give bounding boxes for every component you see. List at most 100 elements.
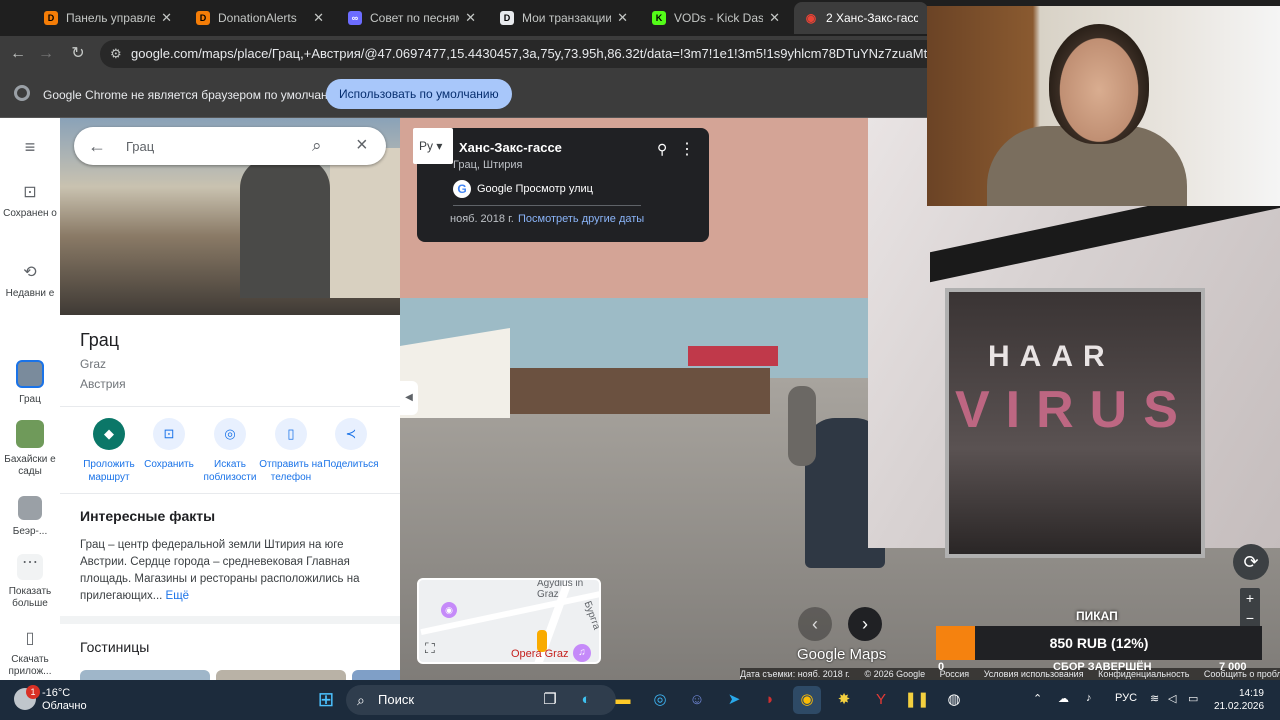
hamburger-icon: ≡ xyxy=(24,137,36,157)
zoom-in-icon[interactable]: + xyxy=(1240,588,1260,608)
tab-maps-active[interactable]: ◉ 2 Ханс-Закс-гассе xyxy=(794,2,928,34)
site-info-icon[interactable]: ⚙ xyxy=(110,40,122,68)
microphone-icon[interactable]: ♪ xyxy=(1086,692,1092,704)
nearby-icon: ◎ xyxy=(214,418,246,450)
hotel-card[interactable] xyxy=(80,670,210,680)
expand-icon[interactable]: ⛶ xyxy=(425,640,435,657)
set-default-button[interactable]: Использовать по умолчанию xyxy=(326,79,512,109)
close-tab-icon[interactable]: ✕ xyxy=(313,10,324,26)
tray-expand-icon[interactable]: ⌃ xyxy=(1033,692,1042,705)
goal-title: ПИКАП xyxy=(1076,609,1118,623)
language-indicator[interactable]: РУС xyxy=(1115,692,1137,704)
rail-saved[interactable]: ⊡ Сохранен о xyxy=(0,184,60,220)
tab-transactions[interactable]: D Мои транзакции | D ✕ xyxy=(490,2,638,34)
tab-title: 2 Ханс-Закс-гассе xyxy=(826,11,918,25)
onedrive-icon[interactable]: ☁ xyxy=(1058,692,1069,705)
kick-icon: K xyxy=(652,11,666,25)
tab-kick-vods[interactable]: K VODs - Kick Dashboa ✕ xyxy=(642,2,790,34)
close-icon[interactable]: × xyxy=(356,134,368,157)
streetview-info-card: Ру ▾ Ханс-Закс-гассе Грац, Штирия G Googl… xyxy=(413,128,709,242)
prev-arrow-icon[interactable]: ‹ xyxy=(798,607,832,641)
battery-icon[interactable]: ▭ xyxy=(1188,692,1198,705)
rail-bahai-gardens[interactable]: Бахайски е сады xyxy=(0,420,60,478)
chrome-icon xyxy=(14,85,30,101)
next-arrow-icon[interactable]: › xyxy=(848,607,882,641)
more-link[interactable]: Ещё xyxy=(166,590,190,602)
wifi-icon[interactable]: ≋ xyxy=(1150,692,1159,705)
bookmark-icon: ⊡ xyxy=(23,184,37,201)
copilot-icon[interactable]: ◎ xyxy=(646,686,674,714)
rail-beer[interactable]: Беэр-... xyxy=(0,496,60,538)
goal-max: 7 000 xyxy=(1219,661,1247,673)
obs-icon[interactable]: ◍ xyxy=(940,686,968,714)
tab-song-advice[interactable]: ∞ Совет по песням Ма ✕ xyxy=(338,2,486,34)
menu-button[interactable]: ≡ xyxy=(0,138,60,162)
close-tab-icon[interactable]: ✕ xyxy=(161,10,172,26)
tab-donationalerts[interactable]: D DonationAlerts ✕ xyxy=(186,2,334,34)
save-button[interactable]: ⊡ Сохранить xyxy=(134,418,204,471)
yandex-icon[interactable]: Y xyxy=(867,686,895,714)
search-input[interactable]: Грац xyxy=(126,139,154,154)
rail-graz[interactable]: Грац xyxy=(0,360,60,406)
edge-icon[interactable]: ◐ xyxy=(572,686,600,714)
rail-show-more[interactable]: ⋯ Показать больше xyxy=(0,554,60,610)
back-icon[interactable]: ← xyxy=(6,42,30,66)
hotels-heading: Гостиницы xyxy=(80,639,150,655)
divider xyxy=(60,406,400,407)
hotel-card[interactable] xyxy=(352,670,400,680)
hotel-card[interactable] xyxy=(216,670,346,680)
reload-icon[interactable]: ↻ xyxy=(66,42,90,66)
rail-recent[interactable]: ⟲ Недавни е xyxy=(0,264,60,300)
search-box[interactable]: ← Грац ⌕ × xyxy=(74,127,386,165)
nearby-button[interactable]: ◎ Искать поблизости xyxy=(195,418,265,484)
task-view-icon[interactable]: ❐ xyxy=(536,686,564,714)
chrome-taskbar-icon[interactable]: ◉ xyxy=(793,686,821,714)
app-icon[interactable]: ◗ xyxy=(756,686,784,714)
address-bar[interactable]: ⚙ google.com/maps/place/Грац,+Австрия/@4… xyxy=(100,40,940,68)
facts-heading: Интересные факты xyxy=(80,508,216,524)
other-dates-link[interactable]: Посмотреть другие даты xyxy=(518,213,644,225)
bookmark-icon: ⊡ xyxy=(153,418,185,450)
forward-icon[interactable]: → xyxy=(34,42,58,66)
rail-download-app[interactable]: ▯ Скачать прилож... xyxy=(0,630,60,678)
goal-progress-bar: 850 RUB (12%) xyxy=(936,626,1262,660)
maps-pin-icon: ◉ xyxy=(804,11,818,25)
collapse-panel-button[interactable]: ◀ xyxy=(400,381,418,415)
close-tab-icon[interactable]: ✕ xyxy=(465,10,476,26)
more-options-icon[interactable]: ⋮ xyxy=(679,139,695,159)
footer-copyright: © 2026 Google xyxy=(864,669,926,679)
compass-icon[interactable]: ⟳ xyxy=(1233,544,1269,580)
share-button[interactable]: ≺ Поделиться xyxy=(316,418,386,471)
google-maps-logo: Google Maps xyxy=(797,646,887,663)
tab-title: VODs - Kick Dashboa xyxy=(674,11,764,25)
discord-icon[interactable]: ☺ xyxy=(683,686,711,714)
telegram-icon[interactable]: ➤ xyxy=(720,686,748,714)
divider xyxy=(60,616,400,624)
market-stall xyxy=(688,346,778,366)
rail-label: Беэр-... xyxy=(12,526,48,537)
weather-temp: -16°C xyxy=(42,687,71,699)
tab-title: Панель управления xyxy=(66,11,156,25)
mini-map[interactable]: Agydius in Graz Бургга ◉ ⛶ Opera Graz ♫ xyxy=(417,578,601,664)
start-icon[interactable]: ⊞ xyxy=(312,686,340,714)
close-tab-icon[interactable]: ✕ xyxy=(769,10,780,26)
volume-icon[interactable]: ◁ xyxy=(1168,692,1176,705)
file-explorer-icon[interactable]: ▬ xyxy=(609,686,637,714)
system-clock[interactable]: 14:19 21.02.2026 xyxy=(1214,687,1264,713)
back-icon[interactable]: ← xyxy=(88,136,106,156)
language-select[interactable]: Ру ▾ xyxy=(413,128,453,164)
close-tab-icon[interactable]: ✕ xyxy=(617,10,628,26)
garden-thumb-icon xyxy=(16,420,44,448)
dashboard-icon: D xyxy=(500,11,514,25)
clock-date: 21.02.2026 xyxy=(1214,701,1265,712)
google-icon: G xyxy=(453,180,471,198)
app-icon[interactable]: ❚❚ xyxy=(903,686,931,714)
search-icon[interactable]: ⌕ xyxy=(312,136,322,156)
webcam-overlay xyxy=(927,6,1280,206)
donation-goal-widget: ПИКАП 850 RUB (12%) 0 СБОР ЗАВЕРШЁН 7 00… xyxy=(936,606,1266,674)
tab-control-panel[interactable]: D Панель управления ✕ xyxy=(34,2,182,34)
goal-status: СБОР ЗАВЕРШЁН xyxy=(1053,661,1152,673)
location-pin-icon[interactable]: ⚲ xyxy=(657,141,667,158)
map-place-label: Opera Graz xyxy=(511,648,569,660)
app-icon[interactable]: ✸ xyxy=(830,686,858,714)
